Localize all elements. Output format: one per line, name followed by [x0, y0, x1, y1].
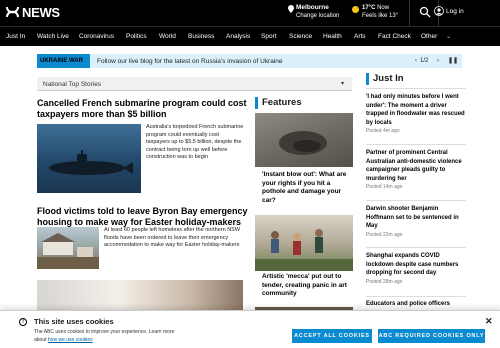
posted-time: Posted 4m ago — [366, 128, 400, 134]
cookie-policy-link[interactable]: how we use cookies — [48, 337, 93, 343]
main-nav: Just In Watch Live Coronavirus Politics … — [0, 26, 500, 46]
weather-widget[interactable]: 17°C Now Feels like 13° — [352, 4, 399, 20]
info-icon: ! — [19, 318, 27, 326]
divider — [409, 0, 410, 26]
login-label: Log in — [446, 8, 464, 15]
divider — [366, 88, 466, 89]
nav-item-coronavirus[interactable]: Coronavirus — [79, 33, 114, 40]
divider — [366, 200, 466, 201]
just-in-heading: Just In — [373, 73, 404, 84]
abc-news-logo[interactable]: NEWS — [6, 5, 60, 20]
feature-title[interactable]: 'Instant blow out': What are your rights… — [262, 171, 354, 205]
story-headline[interactable]: Cancelled French submarine program could… — [37, 98, 252, 120]
just-in-title[interactable]: Educators and police officers — [366, 300, 466, 309]
submarine-image[interactable] — [37, 124, 141, 193]
nav-item-watch-live[interactable]: Watch Live — [37, 33, 69, 40]
nav-item-business[interactable]: Business — [188, 33, 214, 40]
just-in-title[interactable]: 'I had only minutes before I went under'… — [366, 93, 466, 127]
feature-title[interactable]: Artistic 'mecca' put out to tender, crea… — [262, 273, 354, 299]
story-headline[interactable]: Flood victims told to leave Byron Bay em… — [37, 206, 252, 228]
divider — [366, 296, 466, 297]
close-icon[interactable]: ✕ — [485, 316, 493, 327]
cookie-title: This site uses cookies — [34, 317, 114, 326]
location-city: Melbourne — [296, 4, 329, 11]
story-summary: Australia's torpedoed French submarine p… — [146, 124, 244, 160]
divider — [366, 144, 466, 145]
nav-item-other[interactable]: Other — [421, 33, 437, 40]
story-summary: At least 60 people left homeless after t… — [104, 227, 241, 248]
flood-housing-image[interactable] — [37, 227, 99, 269]
abc-logo-icon — [6, 6, 19, 18]
nav-item-fact-check[interactable]: Fact Check — [378, 33, 411, 40]
location-pin-icon — [288, 5, 294, 13]
weather-temp: 17°C — [362, 5, 376, 11]
ticker-label[interactable]: UKRAINE WAR — [37, 54, 90, 68]
nav-item-health[interactable]: Health — [323, 33, 342, 40]
weather-condition: Now — [377, 5, 390, 11]
pothole-image[interactable] — [255, 113, 353, 167]
required-cookies-only-button[interactable]: ABC REQUIRED COOKIES ONLY — [378, 329, 485, 343]
posted-time: Posted 22m ago — [366, 231, 403, 238]
login-button[interactable]: Log in — [434, 6, 464, 16]
nav-item-politics[interactable]: Politics — [126, 33, 147, 40]
breaking-ticker: UKRAINE WAR Follow our live blog for the… — [37, 54, 462, 68]
search-icon[interactable] — [419, 6, 431, 18]
nav-item-arts[interactable]: Arts — [354, 33, 366, 40]
just-in-title[interactable]: Partner of prominent Central Australian … — [366, 149, 466, 183]
top-stories-select[interactable]: National Top Stories ▾ — [37, 77, 352, 91]
pause-icon[interactable]: ❚❚ — [448, 56, 458, 66]
weather-feels-like: Feels like 13° — [362, 13, 399, 19]
cookie-body: The ABC uses cookies to improve your exp… — [34, 328, 184, 344]
features-heading: Features — [262, 97, 302, 108]
change-location-link[interactable]: Change location — [296, 13, 339, 19]
chevron-down-icon[interactable]: ⌄ — [446, 33, 451, 40]
nav-item-sport[interactable]: Sport — [261, 33, 277, 40]
story-image[interactable] — [37, 280, 243, 310]
sun-icon — [352, 6, 359, 13]
just-in-title[interactable]: Shanghai expands COVID lockdown despite … — [366, 252, 466, 278]
dropdown-arrow-icon: ▾ — [341, 81, 345, 87]
posted-time: Posted 28m ago — [366, 278, 403, 285]
location-selector[interactable]: Melbourne Change location — [288, 4, 339, 20]
just-in-item[interactable]: Partner of prominent Central Australian … — [366, 149, 466, 190]
just-in-item[interactable]: 'I had only minutes before I went under'… — [366, 93, 466, 134]
select-value: National Top Stories — [43, 80, 102, 88]
nav-item-just-in[interactable]: Just In — [6, 33, 25, 40]
top-bar: NEWS Melbourne Change location 17°C Now … — [0, 0, 500, 26]
brand-text: NEWS — [22, 5, 60, 20]
just-in-item[interactable]: Shanghai expands COVID lockdown despite … — [366, 252, 466, 285]
just-in-accent — [366, 73, 369, 85]
nav-item-science[interactable]: Science — [289, 33, 312, 40]
just-in-item[interactable]: Darwin shooter Benjamin Hoffmann set to … — [366, 205, 466, 238]
accept-all-cookies-button[interactable]: ACCEPT ALL COOKIES — [292, 329, 372, 343]
just-in-item[interactable]: Educators and police officers — [366, 300, 466, 309]
art-community-image[interactable] — [255, 215, 353, 271]
ticker-text[interactable]: Follow our live blog for the latest on R… — [97, 58, 283, 65]
ticker-next-icon[interactable]: › — [433, 56, 443, 66]
nav-item-world[interactable]: World — [159, 33, 176, 40]
posted-time: Posted 14m ago — [366, 184, 403, 190]
nav-item-analysis[interactable]: Analysis — [226, 33, 250, 40]
user-icon — [434, 6, 444, 16]
ticker-page: 1/2 — [420, 57, 429, 64]
cookie-banner: ! This site uses cookies The ABC uses co… — [0, 310, 500, 348]
divider — [366, 247, 466, 248]
just-in-title[interactable]: Darwin shooter Benjamin Hoffmann set to … — [366, 205, 466, 231]
